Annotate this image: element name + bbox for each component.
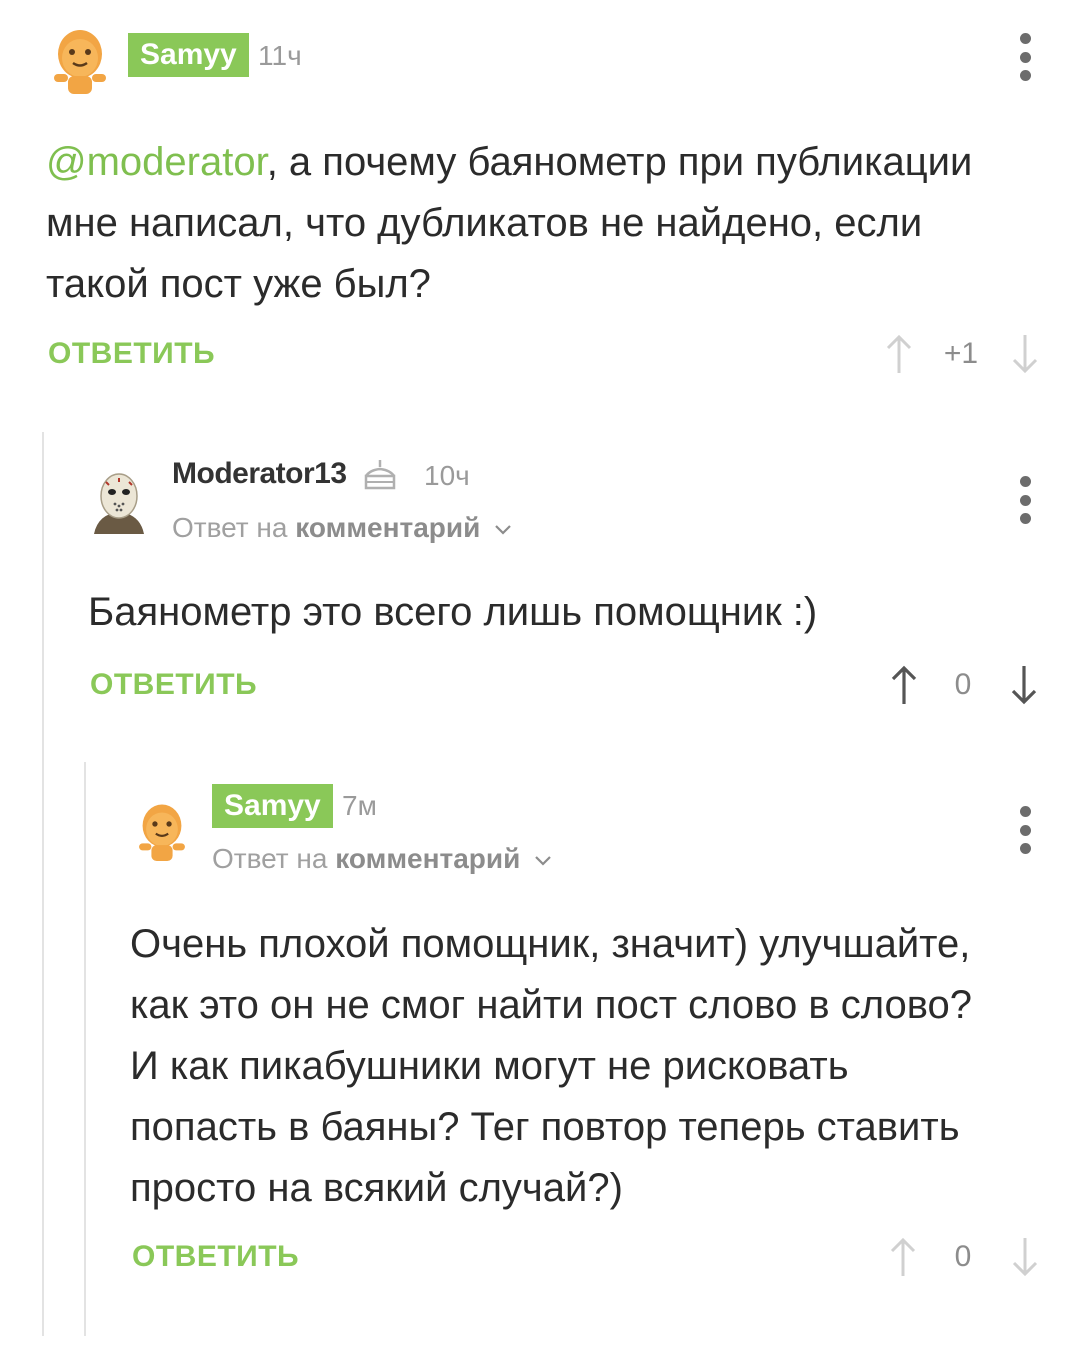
comment-time: 11ч	[258, 40, 302, 71]
downvote-arrow-icon[interactable]	[1008, 664, 1040, 706]
upvote-arrow-icon[interactable]	[884, 333, 914, 375]
rating-value: 0	[954, 1240, 972, 1273]
hockey-mask-avatar-icon[interactable]	[88, 468, 150, 534]
cake-moderator-icon	[364, 460, 396, 490]
more-options-icon[interactable]	[1018, 33, 1032, 81]
upvote-arrow-icon[interactable]	[888, 1236, 918, 1278]
upvote-arrow-icon[interactable]	[888, 664, 920, 706]
more-options-icon[interactable]	[1018, 806, 1032, 854]
reply-to-link[interactable]: Ответ на комментарий	[172, 512, 512, 544]
comment-text: Очень плохой помощник, значит) улучшайте…	[130, 922, 973, 1210]
reply-button[interactable]: ОТВЕТИТЬ	[90, 668, 257, 702]
comment-time: 10ч	[424, 460, 470, 491]
reply-button[interactable]: ОТВЕТИТЬ	[48, 337, 215, 371]
reply-button[interactable]: ОТВЕТИТЬ	[132, 1240, 299, 1274]
rating-value: +1	[943, 337, 979, 370]
gingerbread-avatar-icon[interactable]	[46, 24, 114, 96]
gingerbread-avatar-icon[interactable]	[132, 798, 192, 864]
author-name[interactable]: Moderator13	[172, 457, 347, 491]
author-name[interactable]: Samyy	[128, 33, 249, 77]
comment-text: Баянометр это всего лишь помощник :)	[88, 590, 818, 634]
author-name[interactable]: Samyy	[212, 784, 333, 828]
comment-time: 7м	[342, 790, 377, 821]
downvote-arrow-icon[interactable]	[1010, 333, 1040, 375]
comment-text: @moderator, а почему баянометр при публи…	[46, 140, 973, 306]
downvote-arrow-icon[interactable]	[1010, 1236, 1040, 1278]
more-options-icon[interactable]	[1018, 476, 1032, 524]
chevron-down-icon[interactable]	[494, 523, 512, 537]
reply-to-link[interactable]: Ответ на комментарий	[212, 843, 552, 875]
thread-line-level-2	[84, 762, 86, 1336]
chevron-down-icon[interactable]	[534, 854, 552, 868]
thread-line-level-1	[42, 432, 44, 1336]
rating-value: 0	[954, 668, 972, 701]
mention-link[interactable]: @moderator	[46, 140, 267, 184]
